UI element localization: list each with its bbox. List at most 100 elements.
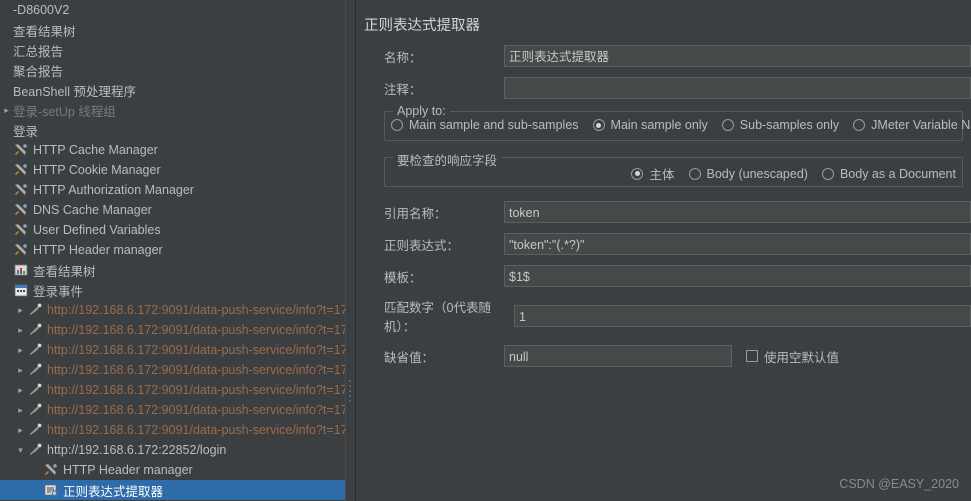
tree-row[interactable]: HTTP Header manager (0, 460, 345, 480)
chevron-right-icon[interactable]: ▸ (14, 360, 27, 380)
tree-row[interactable]: -D8600V2 (0, 0, 345, 20)
tree-row[interactable]: 登录 (0, 120, 345, 140)
tree-row[interactable]: 聚合报告 (0, 60, 345, 80)
tree-row[interactable]: HTTP Authorization Manager (0, 180, 345, 200)
tree-row-label: BeanShell 预处理程序 (13, 84, 136, 99)
tree-row-label: http://192.168.6.172:9091/data-push-serv… (47, 383, 345, 397)
tree-row[interactable]: 登录事件 (0, 280, 345, 300)
field-to-check-label: Body (unescaped) (706, 166, 808, 181)
apply-to-option[interactable]: Sub-samples only (721, 118, 840, 132)
tree-row[interactable]: HTTP Cache Manager (0, 140, 345, 160)
tree-row-label: 查看结果树 (13, 24, 76, 39)
tree-row[interactable]: BeanShell 预处理程序 (0, 80, 345, 100)
radio-button[interactable] (631, 167, 644, 180)
apply-to-option[interactable]: Main sample only (592, 118, 708, 132)
chevron-right-icon[interactable]: ▸ (14, 400, 27, 420)
comment-input[interactable] (504, 77, 971, 99)
tree-row[interactable]: DNS Cache Manager (0, 200, 345, 220)
tree-row[interactable]: ▸ http://192.168.6.172:9091/data-push-ser… (0, 380, 345, 400)
tree-row[interactable]: ▸ http://192.168.6.172:9091/data-push-ser… (0, 300, 345, 320)
tree-row-label: http://192.168.6.172:22852/login (47, 443, 227, 457)
chevron-right-icon[interactable]: ▸ (0, 100, 13, 120)
field-to-check-label: 主体 (649, 168, 675, 182)
tree-row-label: http://192.168.6.172:9091/data-push-serv… (47, 303, 345, 317)
tree-row-label: 登录-setUp 线程组 (13, 104, 116, 119)
tree-row[interactable]: 查看结果树 (0, 20, 345, 40)
jmeter-window: -D8600V2 查看结果树 汇总报告 聚合报告 BeanShell 预处理程序 ▸ 登录-… (0, 0, 971, 501)
chevron-right-icon[interactable]: ▸ (14, 320, 27, 340)
tree-row[interactable]: User Defined Variables (0, 220, 345, 240)
wrench-icon (13, 242, 29, 258)
tree-row-label: HTTP Header manager (33, 243, 163, 257)
match-number-input[interactable]: 1 (514, 305, 971, 327)
panel-splitter[interactable] (345, 0, 356, 501)
tree-row[interactable]: ▸ http://192.168.6.172:9091/data-push-ser… (0, 340, 345, 360)
apply-to-option[interactable]: JMeter Variable Name to (853, 118, 971, 132)
apply-to-label: Main sample and sub-samples (409, 118, 579, 132)
chevron-right-icon[interactable]: ▸ (14, 340, 27, 360)
tree-row[interactable]: HTTP Cookie Manager (0, 160, 345, 180)
reference-name-input[interactable]: token (504, 201, 971, 223)
tree-row[interactable]: HTTP Header manager (0, 240, 345, 260)
apply-to-group: Apply to: Main sample and sub-samples Mai… (384, 104, 971, 141)
calendar-icon (13, 282, 29, 298)
field-to-check-radios: 主体 Body (unescaped) Body as a Document (631, 164, 956, 183)
tree-row[interactable]: ▸ http://192.168.6.172:9091/data-push-ser… (0, 400, 345, 420)
tree-row-label: 聚合报告 (13, 64, 64, 79)
radio-button[interactable] (688, 167, 701, 180)
sampler-icon (27, 422, 43, 438)
radio-button[interactable] (391, 119, 403, 131)
tree-row-label: http://192.168.6.172:9091/data-push-serv… (47, 423, 345, 437)
template-input[interactable]: $1$ (504, 265, 971, 287)
field-to-check-option[interactable]: Body as a Document (821, 167, 956, 181)
default-value-input[interactable]: null (504, 345, 732, 367)
checkbox-box[interactable] (746, 350, 758, 362)
tree-row-label: http://192.168.6.172:9091/data-push-serv… (47, 343, 345, 357)
apply-to-label: JMeter Variable Name to (871, 118, 971, 132)
tree-row-label: 登录 (13, 124, 39, 139)
radio-button[interactable] (821, 167, 834, 180)
chevron-down-icon[interactable]: ▾ (14, 440, 27, 460)
tree-row-label: User Defined Variables (33, 223, 161, 237)
regex-input[interactable]: "token":"(.*?)" (504, 233, 971, 255)
match-number-row: 匹配数字（0代表随机）： 1 (356, 297, 971, 335)
sampler-icon (27, 342, 43, 358)
wrench-icon (13, 202, 29, 218)
use-empty-default-label: 使用空默认值 (764, 350, 840, 365)
tree-row-label: HTTP Header manager (63, 463, 193, 477)
name-input[interactable]: 正则表达式提取器 (504, 45, 971, 67)
test-plan-tree[interactable]: -D8600V2 查看结果树 汇总报告 聚合报告 BeanShell 预处理程序 ▸ 登录-… (0, 0, 345, 501)
wrench-icon (13, 142, 29, 158)
tree-row-label: 查看结果树 (33, 264, 96, 279)
tree-row[interactable]: 汇总报告 (0, 40, 345, 60)
tree-row-label: http://192.168.6.172:9091/data-push-serv… (47, 323, 345, 337)
chevron-right-icon[interactable]: ▸ (14, 300, 27, 320)
chart-icon (13, 262, 29, 278)
apply-to-option[interactable]: Main sample and sub-samples (391, 118, 579, 132)
chevron-right-icon[interactable]: ▸ (14, 420, 27, 440)
tree-row[interactable]: 正则表达式提取器 (0, 480, 345, 500)
apply-to-label: Sub-samples only (739, 118, 840, 132)
radio-button[interactable] (721, 119, 734, 131)
field-to-check-option[interactable]: 主体 (631, 164, 675, 183)
field-to-check-group: 要检查的响应字段 主体 Body (unescaped) Body as a Doc… (384, 150, 963, 187)
chevron-right-icon[interactable]: ▸ (14, 380, 27, 400)
tree-row[interactable]: ▸ http://192.168.6.172:9091/data-push-ser… (0, 320, 345, 340)
use-empty-default-checkbox[interactable]: 使用空默认值 (746, 347, 839, 366)
wrench-icon (43, 462, 59, 478)
default-value-row: 缺省值： null 使用空默认值 (356, 345, 971, 367)
radio-button[interactable] (592, 119, 605, 131)
tree-row-label: 正则表达式提取器 (63, 484, 164, 499)
tree-row[interactable]: ▾ http://192.168.6.172:22852/login (0, 440, 345, 460)
splitter-grip[interactable] (349, 380, 352, 402)
field-to-check-option[interactable]: Body (unescaped) (688, 166, 808, 181)
tree-row-label: HTTP Authorization Manager (33, 183, 194, 197)
radio-button[interactable] (853, 119, 866, 131)
tree-row[interactable]: 查看结果树 (0, 260, 345, 280)
tree-row[interactable]: ▸ http://192.168.6.172:9091/data-push-ser… (0, 420, 345, 440)
tree-row[interactable]: ▸ 登录-setUp 线程组 (0, 100, 345, 120)
template-row: 模板： $1$ (356, 265, 971, 287)
extractor-icon (43, 482, 59, 498)
reference-name-label: 引用名称： (384, 206, 447, 221)
tree-row[interactable]: ▸ http://192.168.6.172:9091/data-push-ser… (0, 360, 345, 380)
